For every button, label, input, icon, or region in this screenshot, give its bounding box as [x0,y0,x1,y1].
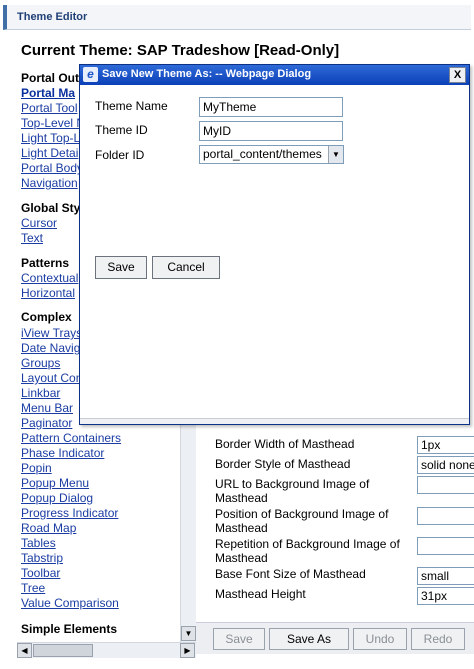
property-input[interactable] [417,507,474,525]
scroll-thumb[interactable] [33,644,93,657]
folder-id-value: portal_content/themes [203,147,322,161]
sidebar-heading: Simple Elements [21,622,118,636]
sidebar-link[interactable]: Menu Bar [21,401,73,415]
sidebar-horizontal-scrollbar[interactable]: ◀ ▶ [17,642,196,658]
sidebar-heading: Portal Out [21,71,80,85]
scroll-left-icon[interactable]: ◀ [17,643,32,658]
sidebar-link[interactable]: Popup Dialog [21,491,93,505]
close-icon[interactable]: X [449,67,466,83]
scroll-down-icon[interactable]: ▼ [181,626,196,641]
sidebar-link[interactable]: Layout Con [21,371,82,385]
sidebar-link[interactable]: Popin [21,461,52,475]
property-label: URL to Background Image of Masthead [215,477,370,505]
sidebar-link[interactable]: Date Navig [21,341,80,355]
property-label: Masthead Height [215,587,306,601]
property-label: Base Font Size of Masthead [215,567,366,581]
sidebar-link[interactable]: Tree [21,581,45,595]
sidebar-link[interactable]: Portal Ma [21,86,75,100]
property-input[interactable]: 1px [417,436,474,454]
dialog-bottom-edge [80,418,469,424]
save-as-button[interactable]: Save As [269,628,349,650]
theme-name-input[interactable]: MyTheme [199,97,343,117]
property-panel: Border Width of Masthead 1px Border Styl… [208,430,474,608]
sidebar-link[interactable]: Tables [21,536,56,550]
sidebar-link[interactable]: Toolbar [21,566,60,580]
sidebar-link[interactable]: Tabstrip [21,551,63,565]
sidebar-link[interactable]: Horizontal [21,286,75,300]
save-button[interactable]: Save [213,628,265,650]
property-label: Border Width of Masthead [215,437,355,451]
sidebar-link[interactable]: Light Top-L [21,131,80,145]
property-label: Border Style of Masthead [215,457,351,471]
sidebar-link[interactable]: Popup Menu [21,476,89,490]
sidebar-link[interactable]: Progress Indicator [21,506,118,520]
redo-button[interactable]: Redo [411,628,465,650]
sidebar-heading: Complex [21,310,72,324]
property-label: Position of Background Image of Masthead [215,507,389,535]
editor-header: Theme Editor [3,5,471,30]
sidebar-link[interactable]: Road Map [21,521,76,535]
sidebar-link[interactable]: Phase Indicator [21,446,104,460]
sidebar-link[interactable]: Portal Body [21,161,83,175]
property-input[interactable] [417,537,474,555]
theme-id-label: Theme ID [95,123,148,137]
sidebar-heading: Global Sty [21,201,81,215]
sidebar-link[interactable]: Text [21,231,43,245]
folder-id-label: Folder ID [95,148,145,162]
property-input[interactable]: solid none [417,456,474,474]
dialog-cancel-button[interactable]: Cancel [152,256,220,279]
scroll-right-icon[interactable]: ▶ [180,643,195,658]
sidebar-link[interactable]: Navigation [21,176,78,190]
sidebar-link[interactable]: Light Detai [21,146,78,160]
sidebar-link[interactable]: Portal Tool [21,101,77,115]
undo-button[interactable]: Undo [353,628,407,650]
sidebar-link[interactable]: Paginator [21,416,72,430]
dropdown-arrow-icon[interactable]: ▼ [328,146,343,163]
dialog-titlebar[interactable]: e Save New Theme As: -- Webpage Dialog X [80,65,469,85]
theme-id-input[interactable]: MyID [199,121,343,141]
action-bar: Save Save As Undo Redo [196,622,474,654]
sidebar-link[interactable]: Linkbar [21,386,60,400]
sidebar-link[interactable]: Groups [21,356,60,370]
sidebar-link[interactable]: Contextual [21,271,78,285]
sidebar-heading: Patterns [21,256,70,270]
ie-icon: e [83,67,98,82]
sidebar-link[interactable]: Cursor [21,216,57,230]
save-theme-dialog: e Save New Theme As: -- Webpage Dialog X… [79,64,470,425]
editor-title: Theme Editor [17,11,88,23]
sidebar-link[interactable]: iView Trays [21,326,82,340]
sidebar-link[interactable]: Pattern Containers [21,431,121,445]
property-input[interactable] [417,476,474,494]
sidebar-link[interactable]: Value Comparison [21,596,119,610]
dialog-save-button[interactable]: Save [95,256,147,279]
theme-name-label: Theme Name [95,99,168,113]
property-label: Repetition of Background Image of Masthe… [215,537,400,565]
property-input[interactable]: small [417,567,474,585]
folder-id-select[interactable]: portal_content/themes ▼ [199,145,344,164]
page-title: Current Theme: SAP Tradeshow [Read-Only] [21,42,340,59]
dialog-title: Save New Theme As: -- Webpage Dialog [102,68,312,80]
property-input[interactable]: 31px [417,587,474,605]
sidebar-link[interactable]: Top-Level N [21,116,85,130]
